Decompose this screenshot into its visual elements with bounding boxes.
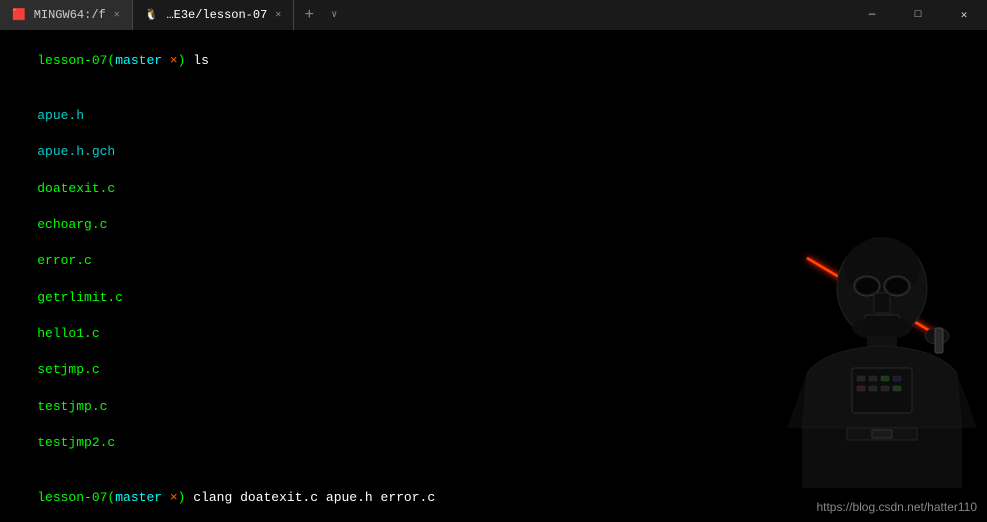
tab-close-mingw64[interactable]: ✕	[114, 9, 120, 21]
tab-mingw64[interactable]: 🟥 MINGW64:/f ✕	[0, 0, 133, 30]
watermark: https://blog.csdn.net/hatter110	[816, 500, 977, 514]
cmd-3: clang doatexit.c apue.h error.c	[193, 490, 435, 505]
tab-dropdown-button[interactable]: ∨	[324, 0, 344, 30]
file-testjmp: testjmp.c	[37, 399, 107, 414]
file-doatexit: doatexit.c	[37, 181, 115, 196]
tab-lesson07[interactable]: 🐧 …E3e/lesson-07 ✕	[133, 0, 295, 30]
prompt-3: lesson-07(master ×)	[37, 490, 193, 505]
terminal-area[interactable]: lesson-07(master ×) ls apue.h apue.h.gch…	[0, 30, 987, 522]
file-echoarg: echoarg.c	[37, 217, 107, 232]
terminal-line-1: lesson-07(master ×) ls	[6, 34, 981, 89]
file-apue-h-gch: apue.h.gch	[37, 144, 115, 159]
window-controls: — □ ✕	[849, 0, 987, 30]
titlebar: 🟥 MINGW64:/f ✕ 🐧 …E3e/lesson-07 ✕ + ∨ — …	[0, 0, 987, 30]
cmd-1: ls	[193, 53, 209, 68]
file-setjmp: setjmp.c	[37, 362, 99, 377]
tab-icon-lesson07: 🐧	[145, 8, 159, 22]
maximize-button[interactable]: □	[895, 0, 941, 30]
file-hello1: hello1.c	[37, 326, 99, 341]
close-button[interactable]: ✕	[941, 0, 987, 30]
minimize-button[interactable]: —	[849, 0, 895, 30]
tab-label-lesson07: …E3e/lesson-07	[166, 8, 267, 22]
tab-icon-mingw64: 🟥	[12, 8, 26, 22]
file-error: error.c	[37, 253, 92, 268]
file-apue-h: apue.h	[37, 108, 84, 123]
tab-close-lesson07[interactable]: ✕	[275, 9, 281, 21]
file-getrlimit: getrlimit.c	[37, 290, 123, 305]
new-tab-button[interactable]: +	[294, 0, 324, 30]
darth-vader-image	[787, 228, 977, 492]
file-testjmp2: testjmp2.c	[37, 435, 115, 450]
tab-label-mingw64: MINGW64:/f	[34, 8, 106, 22]
prompt-1: lesson-07(master ×)	[37, 53, 193, 68]
vader-svg	[787, 228, 977, 488]
